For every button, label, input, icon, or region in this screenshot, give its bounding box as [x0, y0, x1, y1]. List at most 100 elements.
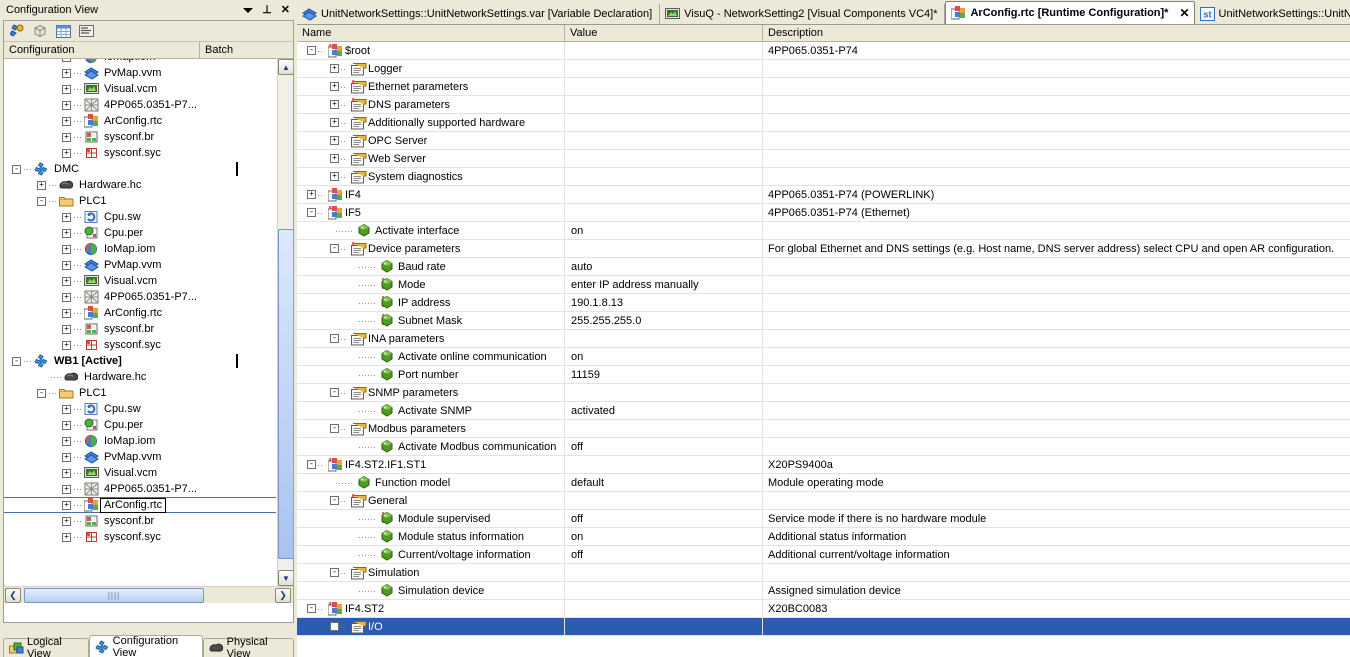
tree-item-rename-input[interactable]: ArConfig.rtc: [100, 497, 167, 513]
grid-row[interactable]: +··❗Ethernet parameters: [297, 77, 1350, 96]
tree-item[interactable]: + ··· Cpu.sw: [4, 209, 276, 225]
grid-cell-name[interactable]: ······❗IP address: [297, 293, 565, 312]
tree-expander[interactable]: +: [62, 340, 71, 350]
grid-cell-value[interactable]: [565, 41, 763, 60]
grid-expander[interactable]: +: [330, 100, 339, 109]
tree-expander[interactable]: +: [62, 516, 71, 526]
column-header-name[interactable]: Name: [297, 25, 565, 41]
tree-item[interactable]: - ··· WB1 [Active]: [4, 353, 276, 369]
view-tab-configuration-view[interactable]: Configuration View: [88, 635, 203, 657]
grid-cell-value[interactable]: [565, 167, 763, 186]
grid-cell-value[interactable]: [565, 185, 763, 204]
grid-row[interactable]: -··❗IF4.ST2 X20BC0083: [297, 599, 1350, 618]
grid-cell-value[interactable]: [565, 563, 763, 582]
scroll-right-button[interactable]: ❯: [275, 587, 291, 603]
close-icon[interactable]: ✕: [281, 4, 290, 16]
grid-row[interactable]: - ·· SNMP parameters: [297, 383, 1350, 402]
tree-expander[interactable]: +: [62, 116, 71, 126]
grid-expander[interactable]: -: [307, 460, 316, 469]
grid-expander[interactable]: -: [330, 568, 339, 577]
grid-row[interactable]: ······ Activate interface on: [297, 221, 1350, 240]
grid-cell-value[interactable]: [565, 617, 763, 636]
grid-row[interactable]: ······❗IP address190.1.8.13: [297, 293, 1350, 312]
scroll-up-button[interactable]: ▲: [278, 59, 293, 75]
grid-cell-name[interactable]: ······ Activate Modbus communication: [297, 437, 565, 456]
grid-row[interactable]: ······ Current/voltage information off Addi…: [297, 545, 1350, 564]
grid-cell-value[interactable]: on: [565, 527, 763, 546]
grid-row[interactable]: -··❗IF4.ST2.IF1.ST1 X20PS9400a: [297, 455, 1350, 474]
tree-item[interactable]: + ··· 4PP065.0351-P7...: [4, 289, 276, 305]
grid-row[interactable]: ······ Activate Modbus communication off: [297, 437, 1350, 456]
tree-item[interactable]: + ··· 4PP065.0351-P7...: [4, 97, 276, 113]
grid-expander[interactable]: -: [330, 388, 339, 397]
grid-cell-name[interactable]: -··❗Device parameters: [297, 239, 565, 258]
grid-expander[interactable]: -: [330, 496, 339, 505]
tree-item[interactable]: + ··· sysconf.syc: [4, 145, 276, 161]
grid-expander[interactable]: +: [330, 82, 339, 91]
grid-cell-value[interactable]: [565, 113, 763, 132]
grid-body[interactable]: -··❗$root4PP065.0351-P74+··Logger+··❗Eth…: [297, 41, 1350, 636]
tree-expander[interactable]: +: [62, 484, 71, 494]
grid-row[interactable]: + ·· OPC Server: [297, 131, 1350, 150]
scroll-down-button[interactable]: ▼: [278, 570, 293, 586]
view-tab-strip[interactable]: Logical View Configuration View Physical V…: [3, 635, 294, 657]
grid-row[interactable]: + ·· Logger: [297, 59, 1350, 78]
grid-row[interactable]: + ·· Additionally supported hardware: [297, 113, 1350, 132]
scroll-left-button[interactable]: ❮: [5, 587, 21, 603]
grid-cell-name[interactable]: + ·· Additionally supported hardware: [297, 113, 565, 132]
grid-cell-value[interactable]: [565, 59, 763, 78]
grid-row[interactable]: +··❗DNS parameters: [297, 95, 1350, 114]
grid-expander[interactable]: +: [307, 190, 316, 199]
tree-item[interactable]: ···· Hardware.hc: [4, 369, 276, 385]
grid-cell-name[interactable]: -··❗IF4.ST2.IF1.ST1: [297, 455, 565, 474]
tree-item[interactable]: - ··· DMC: [4, 161, 276, 177]
tree-item[interactable]: + ··· PvMap.vvm: [4, 257, 276, 273]
tree-item[interactable]: - ··· PLC1: [4, 193, 276, 209]
grid-expander[interactable]: -: [307, 208, 316, 217]
tree-item[interactable]: + ··· PvMap.vvm: [4, 65, 276, 81]
grid-expander[interactable]: -: [330, 622, 339, 631]
tree-expander[interactable]: +: [62, 324, 71, 334]
grid-expander[interactable]: -: [330, 244, 339, 253]
grid-cell-value[interactable]: [565, 95, 763, 114]
tree-expander[interactable]: +: [62, 68, 71, 78]
tree-item[interactable]: + ··· sysconf.br: [4, 513, 276, 529]
tree-expander[interactable]: +: [62, 292, 71, 302]
grid-cell-value[interactable]: off: [565, 437, 763, 456]
tree-item[interactable]: + ··· ArConfig.rtc: [4, 305, 276, 321]
grid-expander[interactable]: +: [330, 118, 339, 127]
grid-cell-value[interactable]: [565, 77, 763, 96]
grid-cell-name[interactable]: - ·· INA parameters: [297, 329, 565, 348]
tree-item[interactable]: + ··· sysconf.br: [4, 129, 276, 145]
grid-row[interactable]: ······❗Modeenter IP address manually: [297, 275, 1350, 294]
grid-cell-name[interactable]: ······ Port number: [297, 365, 565, 384]
grid-row[interactable]: ······ Module status information on Additio…: [297, 527, 1350, 546]
tree-item[interactable]: + ··· 4PP065.0351-P7...: [4, 481, 276, 497]
grid-cell-name[interactable]: +··❗DNS parameters: [297, 95, 565, 114]
tree-item[interactable]: + ··· Visual.vcm: [4, 465, 276, 481]
grid-row[interactable]: + ·· Web Server: [297, 149, 1350, 168]
grid-cell-name[interactable]: ······ Simulation device: [297, 581, 565, 600]
configuration-tree[interactable]: +···IoMap.iom+···PvMap.vvm+···Visual.vcm…: [4, 59, 293, 603]
tree-expander[interactable]: +: [62, 212, 71, 222]
configuration-icon[interactable]: [8, 23, 26, 39]
grid-row[interactable]: -··❗General: [297, 491, 1350, 510]
grid-cell-value[interactable]: 190.1.8.13: [565, 293, 763, 312]
grid-row[interactable]: ······❗Module supervisedoff Service mode …: [297, 509, 1350, 528]
runtime-configuration-grid[interactable]: Name Value Description -··❗$root 4PP065.0…: [297, 24, 1350, 657]
grid-expander[interactable]: -: [307, 46, 316, 55]
tree-expander[interactable]: +: [62, 404, 71, 414]
tree-item[interactable]: + ··· sysconf.br: [4, 321, 276, 337]
grid-row[interactable]: + ·· System diagnostics: [297, 167, 1350, 186]
grid-cell-value[interactable]: enter IP address manually: [565, 275, 763, 294]
tree-item[interactable]: +··· IoMap.iom: [4, 241, 276, 257]
tree-expander[interactable]: +: [62, 436, 71, 446]
grid-cell-name[interactable]: ······ Current/voltage information: [297, 545, 565, 564]
grid-row[interactable]: - ·· INA parameters: [297, 329, 1350, 348]
grid-cell-name[interactable]: + ·· Logger: [297, 59, 565, 78]
tree-expander[interactable]: +: [62, 308, 71, 318]
document-tab[interactable]: ArConfig.rtc [Runtime Configuration]* ✕: [945, 1, 1195, 24]
column-header-value[interactable]: Value: [565, 25, 763, 41]
grid-expander[interactable]: +: [330, 172, 339, 181]
horizontal-scroll-thumb[interactable]: ||||: [24, 587, 204, 603]
